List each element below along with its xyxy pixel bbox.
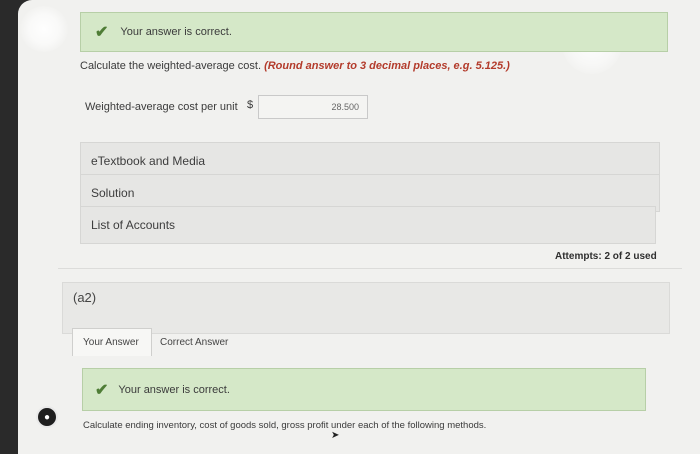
section-divider bbox=[58, 268, 682, 269]
part-label: (a2) bbox=[73, 290, 97, 305]
part-header-panel bbox=[62, 282, 670, 334]
field-label: Weighted-average cost per unit bbox=[85, 101, 238, 113]
part-instruction: Calculate ending inventory, cost of good… bbox=[83, 420, 487, 431]
tab-correct-answer[interactable]: Correct Answer bbox=[150, 328, 246, 356]
mouse-cursor-icon: ➤ bbox=[331, 430, 340, 441]
correct-answer-banner: ✔ Your answer is correct. bbox=[80, 12, 668, 52]
checkmark-icon: ✔ bbox=[95, 381, 109, 399]
list-of-accounts-link[interactable]: List of Accounts bbox=[80, 206, 656, 244]
answer-input[interactable]: 28.500 bbox=[258, 95, 368, 119]
attempts-counter: Attempts: 2 of 2 used bbox=[555, 251, 657, 262]
rounding-hint: (Round answer to 3 decimal places, e.g. … bbox=[264, 60, 510, 72]
banner-text: Your answer is correct. bbox=[120, 26, 232, 38]
screen-glare bbox=[20, 6, 68, 52]
tab-your-answer[interactable]: Your Answer bbox=[72, 328, 152, 356]
question-text: Calculate the weighted-average cost. bbox=[80, 60, 261, 72]
checkmark-icon: ✔ bbox=[95, 24, 109, 41]
banner-text: Your answer is correct. bbox=[118, 383, 230, 396]
question-instruction: Calculate the weighted-average cost. (Ro… bbox=[80, 60, 510, 72]
correct-answer-banner: ✔ Your answer is correct. bbox=[82, 368, 646, 411]
currency-symbol: $ bbox=[247, 99, 254, 111]
cookie-icon[interactable]: ● bbox=[36, 406, 58, 428]
